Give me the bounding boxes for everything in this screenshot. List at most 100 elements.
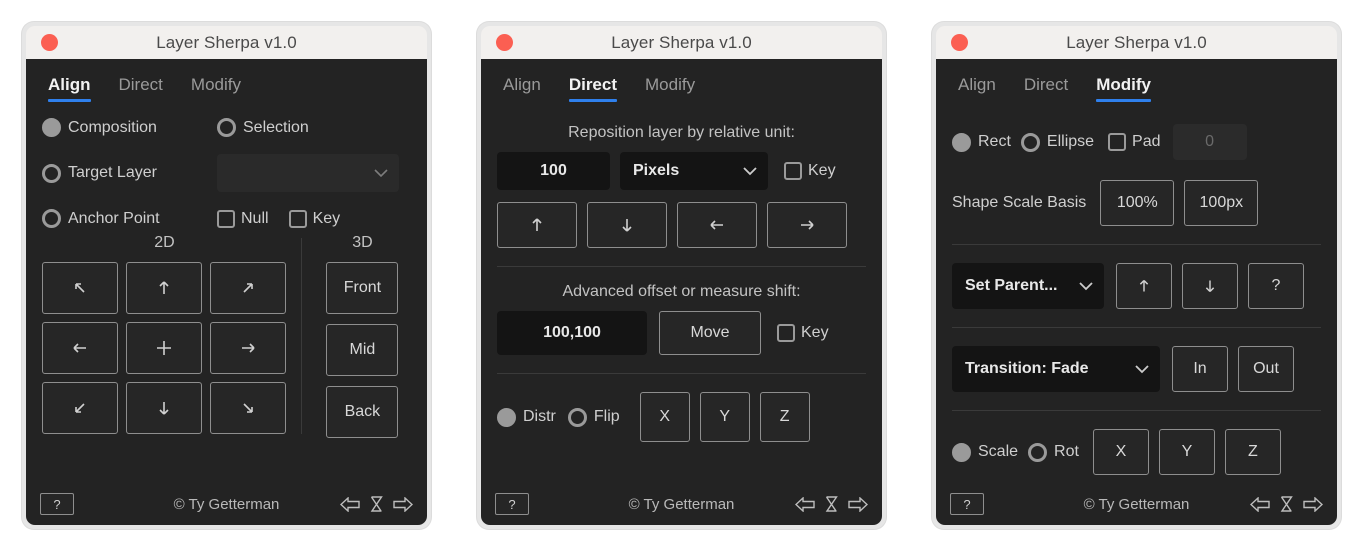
nudge-buttons	[497, 202, 866, 248]
radio-scale[interactable]: Scale	[952, 442, 1018, 462]
pad-input[interactable]: 0	[1172, 124, 1247, 160]
arrow-left-outline-icon[interactable]	[795, 496, 815, 512]
axis-z-button[interactable]: Z	[1224, 429, 1281, 475]
arrow-right-outline-icon[interactable]	[848, 496, 868, 512]
axis-y-button[interactable]: Y	[1158, 429, 1215, 475]
help-button[interactable]: ?	[495, 493, 529, 515]
tab-direct[interactable]: Direct	[113, 71, 185, 102]
tab-direct[interactable]: Direct	[1018, 71, 1090, 102]
radio-distr[interactable]: Distr	[497, 407, 556, 427]
hourglass-icon[interactable]	[825, 496, 838, 512]
align-up-button[interactable]	[126, 262, 202, 314]
radio-composition[interactable]: Composition	[42, 118, 217, 137]
offset-input[interactable]: 100,100	[497, 311, 647, 355]
radio-rot[interactable]: Rot	[1028, 442, 1079, 462]
hourglass-icon[interactable]	[370, 496, 383, 512]
radio-empty-icon	[1020, 132, 1040, 152]
window-body: Align Direct Modify Composition Selectio…	[26, 59, 427, 525]
radio-ellipse[interactable]: Ellipse	[1020, 132, 1094, 152]
set-parent-select[interactable]: Set Parent...	[952, 263, 1104, 309]
footer-icons	[795, 496, 868, 512]
checkbox-icon	[288, 209, 307, 228]
target-layer-select[interactable]	[217, 154, 399, 192]
axis-z-button[interactable]: Z	[759, 392, 810, 442]
transform-grids: 2D 3D Front Mid Back	[42, 234, 411, 438]
tab-align[interactable]: Align	[42, 71, 113, 102]
nudge-right-button[interactable]	[767, 202, 847, 248]
align-front-button[interactable]: Front	[326, 262, 399, 314]
radio-filled-icon	[952, 132, 971, 152]
radio-target-layer[interactable]: Target Layer	[42, 163, 217, 183]
axis-x-button[interactable]: X	[1092, 429, 1149, 475]
tab-modify[interactable]: Modify	[185, 71, 263, 102]
caption-2d: 2D	[154, 234, 175, 251]
axis-x-button[interactable]: X	[639, 392, 690, 442]
radio-rect[interactable]: Rect	[952, 132, 1011, 152]
arrow-right-outline-icon[interactable]	[393, 496, 413, 512]
move-button[interactable]: Move	[659, 311, 761, 355]
direct-content: Reposition layer by relative unit: 100 P…	[481, 102, 882, 483]
titlebar: Layer Sherpa v1.0	[481, 26, 882, 59]
align-down-button[interactable]	[126, 382, 202, 434]
arrow-left-outline-icon[interactable]	[1250, 496, 1270, 512]
arrow-right-outline-icon[interactable]	[1303, 496, 1323, 512]
help-button[interactable]: ?	[950, 493, 984, 515]
transition-in-button[interactable]: In	[1172, 346, 1228, 392]
tab-modify[interactable]: Modify	[639, 71, 717, 102]
tab-modify[interactable]: Modify	[1090, 71, 1173, 102]
checkbox-icon	[217, 209, 235, 228]
scale-pixels-button[interactable]: 100px	[1184, 180, 1259, 226]
checkbox-null[interactable]: Null	[217, 209, 269, 228]
align-center-button[interactable]	[126, 322, 202, 374]
axis-y-button[interactable]: Y	[699, 392, 750, 442]
window-title: Layer Sherpa v1.0	[1066, 32, 1207, 52]
radio-empty-icon	[217, 118, 236, 137]
tab-align[interactable]: Align	[952, 71, 1018, 102]
align-down-left-button[interactable]	[42, 382, 118, 434]
checkbox-icon	[1108, 133, 1127, 151]
window-title: Layer Sherpa v1.0	[156, 32, 297, 52]
unit-value: Pixels	[633, 162, 680, 179]
tab-direct[interactable]: Direct	[563, 71, 639, 102]
hourglass-icon[interactable]	[1280, 496, 1293, 512]
align-mid-button[interactable]: Mid	[326, 324, 399, 376]
align-right-button[interactable]	[210, 322, 286, 374]
parent-down-button[interactable]	[1182, 263, 1238, 309]
checkbox-key[interactable]: Key	[288, 209, 340, 228]
panel-row: Layer Sherpa v1.0 Align Direct Modify Co…	[0, 0, 1371, 551]
chevron-down-icon	[1078, 281, 1094, 291]
checkbox-pad[interactable]: Pad	[1108, 133, 1161, 151]
radio-anchor-point[interactable]: Anchor Point	[42, 209, 217, 228]
unit-select[interactable]: Pixels	[620, 152, 768, 190]
grid-3d: 3D Front Mid Back	[314, 234, 411, 438]
scale-percent-button[interactable]: 100%	[1100, 180, 1175, 226]
amount-input[interactable]: 100	[497, 152, 610, 190]
tab-align[interactable]: Align	[497, 71, 563, 102]
align-left-button[interactable]	[42, 322, 118, 374]
chevron-down-icon	[1134, 364, 1150, 374]
row-composition-selection: Composition Selection	[42, 118, 411, 137]
transition-select[interactable]: Transition: Fade	[952, 346, 1160, 392]
checkbox-key-move[interactable]: Key	[777, 324, 829, 342]
align-down-right-button[interactable]	[210, 382, 286, 434]
checkbox-key-reposition[interactable]: Key	[784, 162, 836, 180]
radio-flip[interactable]: Flip	[567, 407, 620, 427]
nudge-left-button[interactable]	[677, 202, 757, 248]
transition-out-button[interactable]: Out	[1238, 346, 1294, 392]
radio-selection[interactable]: Selection	[217, 118, 309, 137]
parent-help-button[interactable]: ?	[1248, 263, 1304, 309]
tab-bar: Align Direct Modify	[481, 59, 882, 102]
align-back-button[interactable]: Back	[326, 386, 399, 438]
chevron-down-icon	[742, 166, 758, 176]
align-up-left-button[interactable]	[42, 262, 118, 314]
row-scale-rot: Scale Rot X Y Z	[952, 429, 1321, 475]
window-direct: Layer Sherpa v1.0 Align Direct Modify Re…	[477, 22, 886, 529]
parent-up-button[interactable]	[1116, 263, 1172, 309]
radio-empty-icon	[567, 407, 587, 427]
nudge-up-button[interactable]	[497, 202, 577, 248]
shape-scale-basis-label: Shape Scale Basis	[952, 194, 1087, 211]
align-up-right-button[interactable]	[210, 262, 286, 314]
help-button[interactable]: ?	[40, 493, 74, 515]
arrow-left-outline-icon[interactable]	[340, 496, 360, 512]
nudge-down-button[interactable]	[587, 202, 667, 248]
